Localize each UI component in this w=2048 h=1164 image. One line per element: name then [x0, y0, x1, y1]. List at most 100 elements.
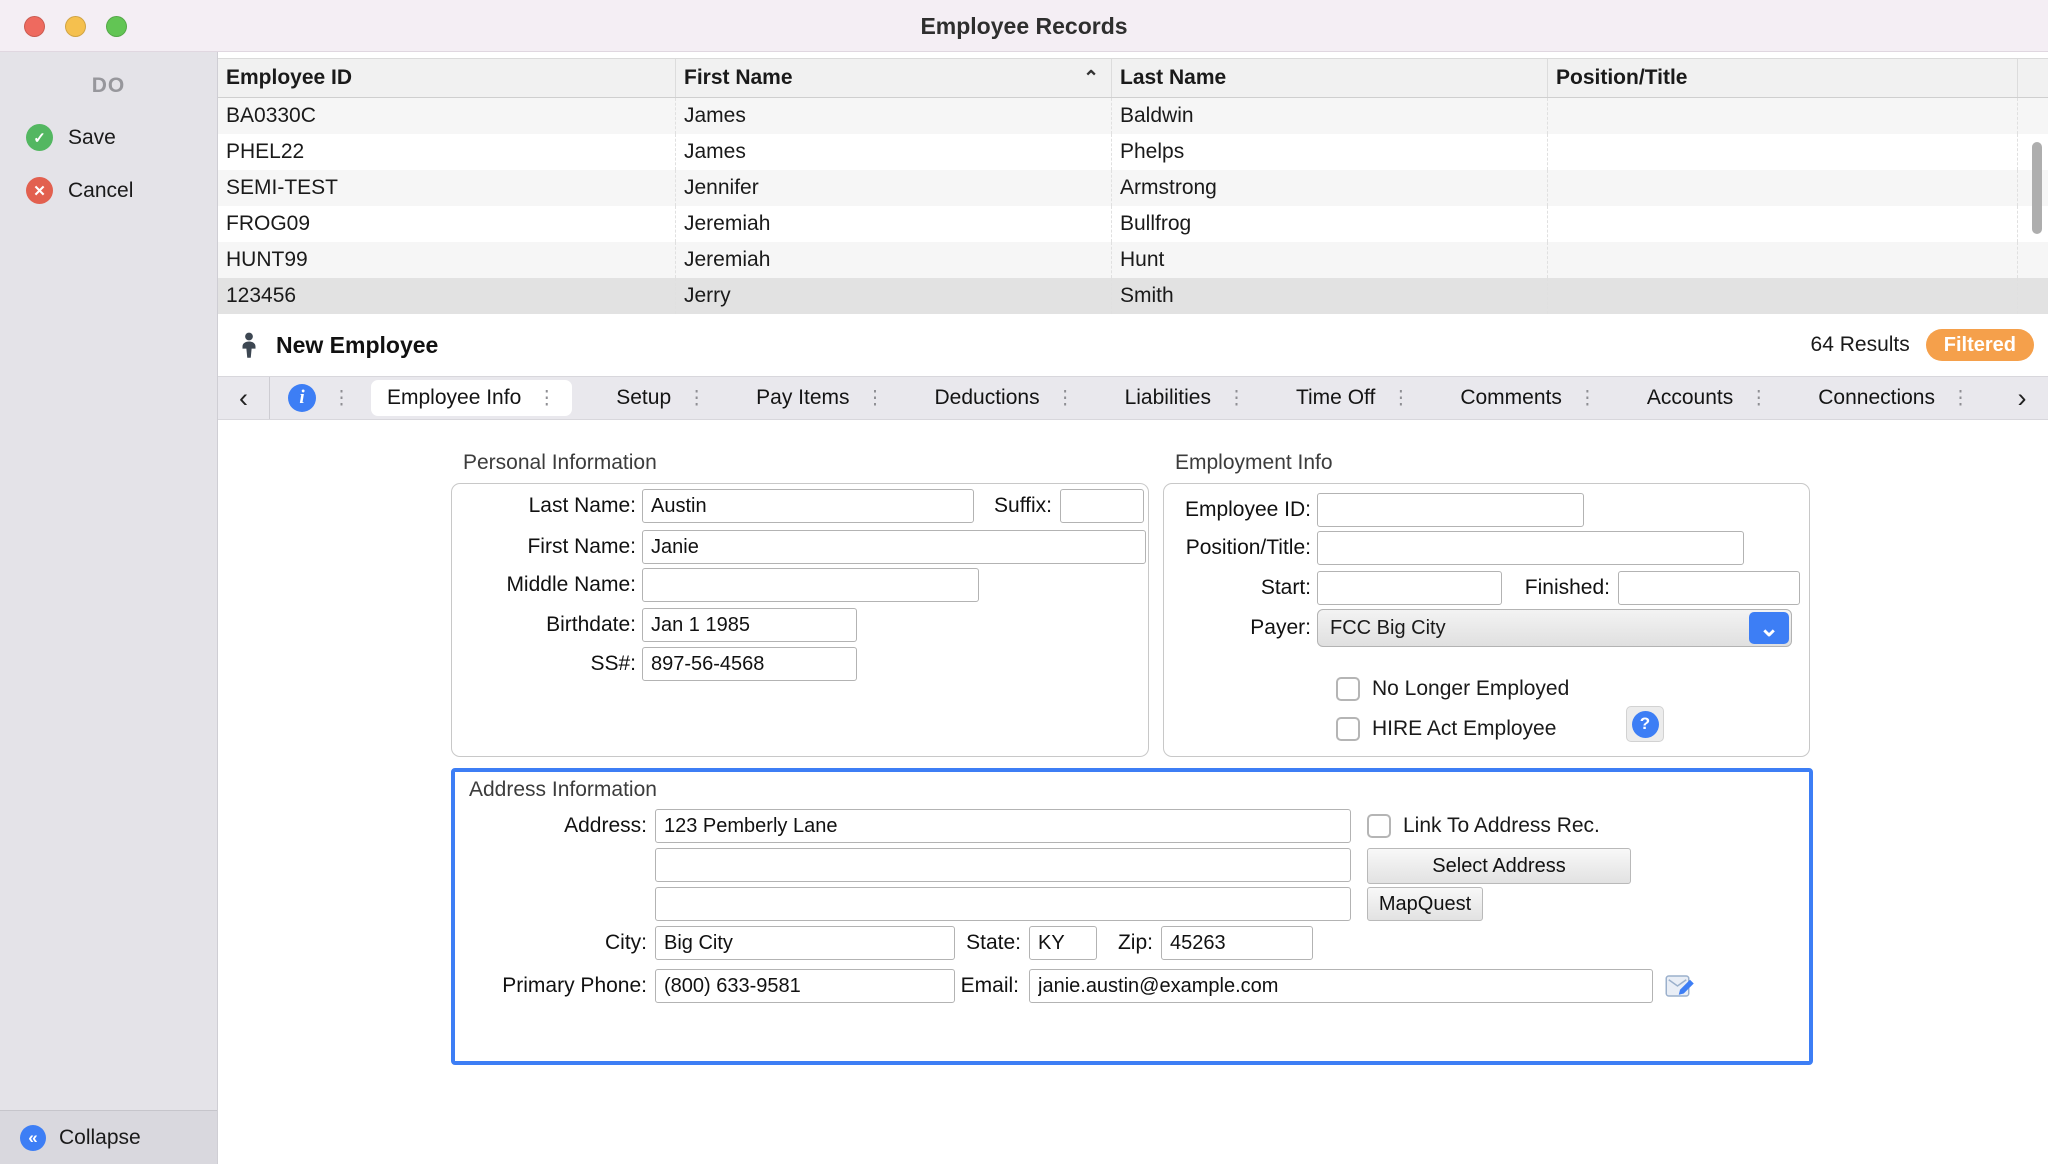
birthdate-input[interactable] — [642, 608, 857, 642]
ssn-input[interactable] — [642, 647, 857, 681]
start-label: Start: — [1164, 576, 1311, 600]
employee-id-input[interactable] — [1317, 493, 1584, 527]
first-name-input[interactable] — [642, 530, 1146, 564]
zoom-button[interactable] — [106, 16, 127, 37]
start-input[interactable] — [1317, 571, 1502, 605]
city-input[interactable] — [655, 926, 955, 960]
col-header-label: Last Name — [1120, 66, 1226, 90]
table-cell — [1548, 170, 2018, 206]
city-label: City: — [455, 931, 647, 955]
close-button[interactable] — [24, 16, 45, 37]
email-input[interactable] — [1029, 969, 1653, 1003]
window-title: Employee Records — [0, 0, 2048, 52]
table-cell: SEMI-TEST — [218, 170, 676, 206]
tab-menu-dots-icon[interactable]: ⋮ — [1391, 387, 1410, 410]
table-row[interactable]: PHEL22JamesPhelps — [218, 134, 2048, 170]
middle-name-input[interactable] — [642, 568, 979, 602]
employment-info-box: Employee ID: Position/Title: Start: Fini… — [1163, 483, 1810, 757]
col-header-employee-id[interactable]: Employee ID — [218, 59, 676, 97]
tab-label: Employee Info — [387, 386, 521, 410]
finished-input[interactable] — [1618, 571, 1800, 605]
col-header-last-name[interactable]: Last Name — [1112, 59, 1548, 97]
payer-chevron-icon[interactable]: ⌄ — [1749, 612, 1789, 644]
tab-deductions[interactable]: Deductions⋮ — [929, 380, 1081, 416]
tab-accounts[interactable]: Accounts ⋮ — [1641, 380, 1774, 416]
address-line1-input[interactable] — [655, 809, 1351, 843]
sidebar-header: DO — [0, 74, 217, 98]
state-input[interactable] — [1029, 926, 1097, 960]
address-line3-input[interactable] — [655, 887, 1351, 921]
select-address-button[interactable]: Select Address — [1367, 848, 1631, 884]
zip-label: Zip: — [1097, 931, 1153, 955]
minimize-button[interactable] — [65, 16, 86, 37]
tab-label: Time Off — [1296, 386, 1375, 410]
primary-phone-input[interactable] — [655, 969, 955, 1003]
position-title-input[interactable] — [1317, 531, 1744, 565]
employment-info-title: Employment Info — [1175, 451, 1333, 475]
tab-label: Comments — [1460, 386, 1562, 410]
tab-time-off[interactable]: Time Off ⋮ — [1290, 380, 1416, 416]
table-cell: Bullfrog — [1112, 206, 1548, 242]
table-row[interactable]: FROG09JeremiahBullfrog — [218, 206, 2048, 242]
table-row[interactable]: 123456JerrySmith — [218, 278, 2048, 314]
tab-menu-dots-icon[interactable]: ⋮ — [537, 387, 556, 410]
tab-menu-dots-icon[interactable]: ⋮ — [866, 387, 885, 410]
table-row[interactable]: SEMI-TESTJenniferArmstrong — [218, 170, 2048, 206]
save-label: Save — [68, 126, 116, 150]
col-header-label: Employee ID — [226, 66, 352, 90]
tab-menu-dots-icon[interactable]: ⋮ — [687, 387, 706, 410]
tab-menu-dots-icon[interactable]: ⋮ — [1056, 387, 1075, 410]
birthdate-label: Birthdate: — [452, 613, 636, 637]
filtered-badge[interactable]: Filtered — [1926, 329, 2034, 361]
no-longer-employed-checkbox[interactable] — [1336, 677, 1360, 701]
tab-label: Accounts — [1647, 386, 1733, 410]
tab-label: Setup — [616, 386, 671, 410]
tab-employee-info[interactable]: Employee Info ⋮ — [371, 380, 572, 416]
tab-connections[interactable]: Connections⋮ — [1812, 380, 1976, 416]
ssn-label: SS#: — [452, 652, 636, 676]
suffix-input[interactable] — [1060, 489, 1144, 523]
hire-act-checkbox[interactable] — [1336, 717, 1360, 741]
first-name-label: First Name: — [452, 535, 636, 559]
suffix-label: Suffix: — [974, 494, 1052, 518]
link-address-checkbox[interactable] — [1367, 814, 1391, 838]
table-cell — [1548, 206, 2018, 242]
table-row[interactable]: HUNT99JeremiahHunt — [218, 242, 2048, 278]
collapse-button[interactable]: « Collapse — [0, 1110, 217, 1164]
middle-name-label: Middle Name: — [452, 573, 636, 597]
table-cell: Phelps — [1112, 134, 1548, 170]
tab-setup[interactable]: Setup ⋮ — [610, 380, 712, 416]
payer-select[interactable]: FCC Big City ⌄ — [1317, 609, 1792, 647]
tab-liabilities[interactable]: Liabilities⋮ — [1119, 380, 1252, 416]
tab-menu-dots-icon[interactable]: ⋮ — [332, 387, 351, 410]
sort-ascending-icon: ⌃ — [1083, 67, 1099, 90]
select-address-label: Select Address — [1432, 855, 1565, 878]
tabs-back-button[interactable]: ‹ — [218, 377, 270, 419]
col-header-position[interactable]: Position/Title — [1548, 59, 2018, 97]
hire-act-info-button[interactable]: ? — [1626, 706, 1664, 742]
save-button[interactable]: ✓ Save — [26, 124, 217, 151]
record-info-tab[interactable]: i ⋮ — [270, 377, 363, 419]
address-line2-input[interactable] — [655, 848, 1351, 882]
tab-menu-dots-icon[interactable]: ⋮ — [1227, 387, 1246, 410]
tab-comments[interactable]: Comments ⋮ — [1454, 380, 1603, 416]
col-header-first-name[interactable]: First Name ⌃ — [676, 59, 1112, 97]
record-header-bar: New Employee 64 Results Filtered — [218, 314, 2048, 376]
zip-input[interactable] — [1161, 926, 1313, 960]
last-name-input[interactable] — [642, 489, 974, 523]
email-action-icon[interactable] — [1665, 972, 1695, 1000]
tab-menu-dots-icon[interactable]: ⋮ — [1578, 387, 1597, 410]
mapquest-button[interactable]: MapQuest — [1367, 887, 1483, 921]
cancel-button[interactable]: ✕ Cancel — [26, 177, 217, 204]
table-scrollbar-thumb[interactable] — [2032, 142, 2042, 234]
personal-info-box: Last Name: Suffix: First Name: Middle Na… — [451, 483, 1149, 757]
table-cell — [1548, 98, 2018, 134]
table-cell: James — [676, 134, 1112, 170]
tab-menu-dots-icon[interactable]: ⋮ — [1951, 387, 1970, 410]
info-icon: i — [288, 384, 316, 412]
tab-pay-items[interactable]: Pay Items⋮ — [750, 380, 890, 416]
employee-table: Employee ID First Name ⌃ Last Name Posit… — [218, 58, 2048, 315]
tabs-forward-button[interactable]: › — [1996, 377, 2048, 419]
table-row[interactable]: BA0330CJamesBaldwin — [218, 98, 2048, 134]
tab-menu-dots-icon[interactable]: ⋮ — [1749, 387, 1768, 410]
